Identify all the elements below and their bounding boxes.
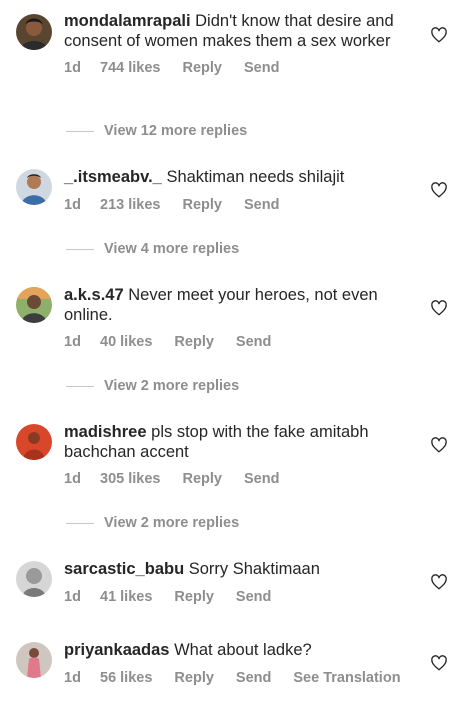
comment-text: _.itsmeabv._ Shaktiman needs shilajit xyxy=(64,168,409,188)
reply-button[interactable]: Reply xyxy=(182,471,222,487)
comment-time: 1d xyxy=(64,60,81,76)
see-translation-button[interactable]: See Translation xyxy=(293,670,400,686)
divider-line xyxy=(66,522,94,524)
comment-actions: 1d 56 likes Reply Send See Translation xyxy=(64,670,409,686)
reply-button[interactable]: Reply xyxy=(174,589,214,605)
likes-count[interactable]: 40 likes xyxy=(100,334,152,350)
view-more-replies[interactable]: View 2 more replies xyxy=(66,378,239,394)
comment-username[interactable]: a.k.s.47 xyxy=(64,286,124,304)
likes-count[interactable]: 744 likes xyxy=(100,60,160,76)
likes-count[interactable]: 41 likes xyxy=(100,589,152,605)
comment-time: 1d xyxy=(64,196,81,213)
comment-time: 1d xyxy=(64,588,81,605)
avatar[interactable] xyxy=(16,424,52,460)
reply-button[interactable]: Reply xyxy=(174,670,214,686)
view-more-label: View 12 more replies xyxy=(104,123,248,139)
comment-text: sarcastic_babu Sorry Shaktimaan xyxy=(64,560,409,580)
comment-actions: 1d 40 likes Reply Send xyxy=(64,334,409,350)
view-more-label: View 2 more replies xyxy=(104,515,240,531)
comment-actions: 1d 213 likes Reply Send xyxy=(64,197,409,213)
avatar[interactable] xyxy=(16,642,52,678)
divider-line xyxy=(66,248,94,250)
heart-outline-icon[interactable] xyxy=(430,573,448,591)
comment-text: a.k.s.47 Never meet your heroes, not eve… xyxy=(64,286,409,325)
send-button[interactable]: Send xyxy=(236,589,271,605)
divider-line xyxy=(66,130,94,132)
view-more-label: View 4 more replies xyxy=(104,241,240,257)
comment-time: 1d xyxy=(64,471,81,487)
reply-button[interactable]: Reply xyxy=(182,197,222,213)
avatar[interactable] xyxy=(16,287,52,323)
likes-count[interactable]: 305 likes xyxy=(100,471,160,487)
comment-actions: 1d 744 likes Reply Send xyxy=(64,60,409,76)
avatar[interactable] xyxy=(16,169,52,205)
comment-username[interactable]: madishree xyxy=(64,423,147,441)
view-more-replies[interactable]: View 2 more replies xyxy=(66,515,239,531)
heart-outline-icon[interactable] xyxy=(430,181,448,199)
reply-button[interactable]: Reply xyxy=(182,60,222,76)
avatar[interactable] xyxy=(16,14,52,50)
comment-actions: 1d 305 likes Reply Send xyxy=(64,471,409,487)
heart-outline-icon[interactable] xyxy=(430,299,448,317)
comment-username[interactable]: _.itsmeabv._ xyxy=(64,168,162,186)
comment-username[interactable]: mondalamrapali xyxy=(64,12,191,30)
likes-count[interactable]: 213 likes xyxy=(100,197,160,213)
send-button[interactable]: Send xyxy=(244,60,279,76)
send-button[interactable]: Send xyxy=(236,670,271,686)
heart-outline-icon[interactable] xyxy=(430,654,448,672)
view-more-label: View 2 more replies xyxy=(104,378,240,394)
comment-actions: 1d 41 likes Reply Send xyxy=(64,589,409,605)
comment-text: madishree pls stop with the fake amitabh… xyxy=(64,423,409,462)
view-more-replies[interactable]: View 4 more replies xyxy=(66,241,239,257)
send-button[interactable]: Send xyxy=(236,334,271,350)
comment-text: mondalamrapali Didn't know that desire a… xyxy=(64,12,409,51)
heart-outline-icon[interactable] xyxy=(430,436,448,454)
comment-text: priyankaadas What about ladke? xyxy=(64,641,409,661)
heart-outline-icon[interactable] xyxy=(430,26,448,44)
comment-body: What about ladke? xyxy=(174,641,312,659)
divider-line xyxy=(66,385,94,387)
view-more-replies[interactable]: View 12 more replies xyxy=(66,123,247,139)
comment-body: Sorry Shaktimaan xyxy=(188,560,320,578)
comment-time: 1d xyxy=(64,669,81,686)
reply-button[interactable]: Reply xyxy=(174,334,214,350)
avatar[interactable] xyxy=(16,561,52,597)
comment-time: 1d xyxy=(64,334,81,350)
send-button[interactable]: Send xyxy=(244,471,279,487)
likes-count[interactable]: 56 likes xyxy=(100,670,152,686)
send-button[interactable]: Send xyxy=(244,197,279,213)
comment-username[interactable]: priyankaadas xyxy=(64,641,169,659)
comment-username[interactable]: sarcastic_babu xyxy=(64,560,184,578)
comment-body: Shaktiman needs shilajit xyxy=(166,168,345,186)
